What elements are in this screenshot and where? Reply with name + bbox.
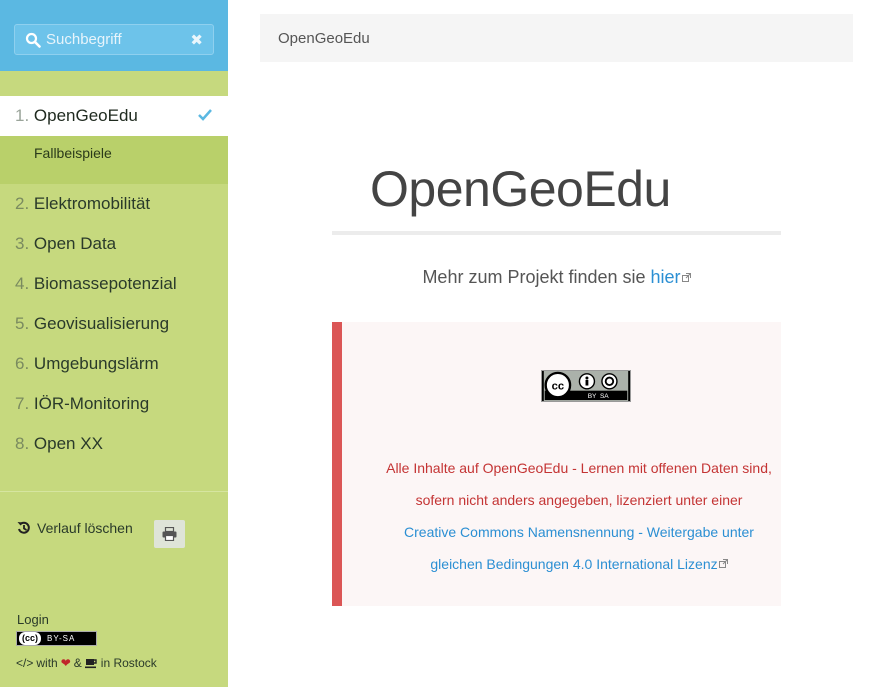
page-title: OpenGeoEdu xyxy=(370,161,671,217)
sidebar-header: Suchbegriff ✖ xyxy=(0,0,228,71)
breadcrumb-bar: OpenGeoEdu xyxy=(260,14,853,62)
search-placeholder: Suchbegriff xyxy=(46,31,122,48)
menu-item-umgebungslaerm[interactable]: 6. Umgebungslärm xyxy=(0,344,228,384)
code-icon: </> xyxy=(16,656,34,670)
breadcrumb[interactable]: OpenGeoEdu xyxy=(278,30,370,47)
history-icon xyxy=(17,521,30,534)
search-input[interactable]: Suchbegriff ✖ xyxy=(14,24,214,55)
ampersand: & xyxy=(73,656,82,670)
made-with-text: with xyxy=(36,656,58,670)
menu-item-number: 2. xyxy=(15,194,30,213)
menu-item-open-xx[interactable]: 8. Open XX xyxy=(0,424,228,464)
license-small-text: BY-SA xyxy=(47,634,76,643)
close-icon[interactable]: ✖ xyxy=(190,31,203,49)
place-text: in Rostock xyxy=(100,656,157,670)
menu-item-biomassepotenzial[interactable]: 4. Biomassepotenzial xyxy=(0,264,228,304)
license-link[interactable]: Creative Commons Namensnennung - Weiterg… xyxy=(404,524,754,540)
menu-item-label: OpenGeoEdu xyxy=(33,106,138,125)
project-info-text: Mehr zum Projekt finden sie xyxy=(422,267,651,287)
license-line: sofern nicht anders angegeben, lizenzier… xyxy=(415,492,743,508)
menu-item-label: Elektromobilität xyxy=(33,194,151,213)
login-link[interactable]: Login xyxy=(17,612,49,627)
menu-item-number: 8. xyxy=(15,434,30,453)
menu-item-label: Biomassepotenzial xyxy=(33,274,177,293)
menu-item-label: Geovisualisierung xyxy=(33,314,170,333)
menu-item-label: Open Data xyxy=(33,234,117,253)
menu-item-number: 4. xyxy=(15,274,30,293)
license-text: Alle Inhalte auf OpenGeoEdu - Lernen mit… xyxy=(367,452,791,580)
title-rule xyxy=(332,231,781,235)
menu-item-label: Umgebungslärm xyxy=(33,354,159,373)
checkmark-icon xyxy=(198,109,212,121)
menu-item-open-data[interactable]: 3. Open Data xyxy=(0,224,228,264)
menu-item-elektromobilitaet[interactable]: 2. Elektromobilität xyxy=(0,184,228,224)
menu-item-number: 1. xyxy=(15,106,30,125)
menu-item-label: IÖR-Monitoring xyxy=(33,394,150,413)
project-link[interactable]: hier xyxy=(651,267,681,287)
menu-item-number: 3. xyxy=(15,234,30,253)
license-line: Alle Inhalte auf OpenGeoEdu - Lernen mit… xyxy=(386,460,772,476)
menu-item-number: 7. xyxy=(15,394,30,413)
cc-by-sa-badge[interactable]: cc BY SA xyxy=(541,370,631,402)
cc-license-badge-small[interactable]: (cc) BY-SA xyxy=(16,631,97,646)
menu-item-opengeoedu[interactable]: 1. OpenGeoEdu xyxy=(0,96,228,136)
clear-history-label: Verlauf löschen xyxy=(37,520,133,536)
made-with-line: </> with ❤ & in Rostock xyxy=(16,656,157,670)
print-icon xyxy=(162,527,177,541)
clear-history-link[interactable]: Verlauf löschen xyxy=(17,520,133,536)
coffee-icon xyxy=(84,658,97,668)
sidebar: Suchbegriff ✖ 1. OpenGeoEdu Fallbeispiel… xyxy=(0,0,228,687)
license-notice: cc BY SA Alle Inhalte auf OpenGeoEdu - L… xyxy=(332,322,781,606)
menu-item-number: 5. xyxy=(15,314,30,333)
license-link[interactable]: gleichen Bedingungen 4.0 International L… xyxy=(430,556,717,572)
external-link-icon xyxy=(681,273,691,282)
svg-text:BY SA: BY SA xyxy=(588,393,610,400)
sidebar-divider xyxy=(0,491,228,492)
menu-subitem-fallbeispiele[interactable]: Fallbeispiele xyxy=(0,136,228,184)
chapter-menu: 1. OpenGeoEdu Fallbeispiele 2. Elektromo… xyxy=(0,96,228,464)
search-icon xyxy=(25,32,41,48)
heart-icon: ❤ xyxy=(60,656,71,670)
menu-item-ioer-monitoring[interactable]: 7. IÖR-Monitoring xyxy=(0,384,228,424)
menu-item-label: Open XX xyxy=(33,434,103,453)
print-button[interactable] xyxy=(154,520,185,548)
menu-item-geovisualisierung[interactable]: 5. Geovisualisierung xyxy=(0,304,228,344)
menu-item-number: 6. xyxy=(15,354,30,373)
cc-logo-icon: (cc) xyxy=(19,632,41,645)
svg-text:cc: cc xyxy=(552,380,565,392)
project-info-line: Mehr zum Projekt finden sie hier xyxy=(332,267,781,288)
external-link-icon xyxy=(718,559,728,568)
